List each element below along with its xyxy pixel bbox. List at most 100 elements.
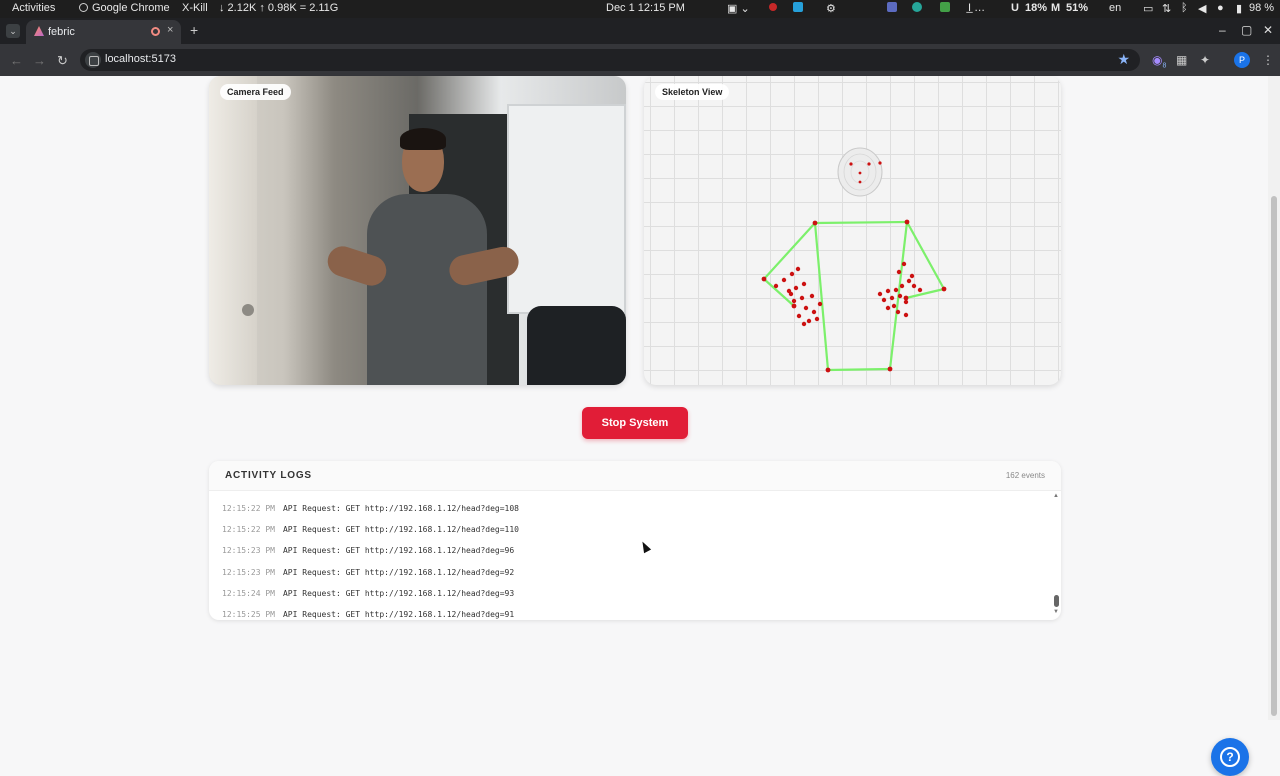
reload-icon[interactable]: ↻	[57, 53, 68, 69]
hand-landmark	[909, 273, 915, 279]
hand-landmark	[885, 305, 891, 311]
cpu-label: U	[1011, 2, 1019, 14]
page-scrollbar[interactable]	[1268, 76, 1280, 720]
skeleton-view-panel: Skeleton View	[644, 76, 1061, 385]
screen-cast-icon[interactable]: ▭	[1143, 2, 1153, 15]
hand-landmark	[889, 295, 895, 301]
screen-record-icon[interactable]: ▣ ⌄	[727, 2, 750, 15]
log-row: 12:15:23 PM API Request: GET http://192.1…	[222, 546, 514, 555]
hand-landmark	[791, 298, 797, 304]
browser-toolbar: ← → ↻ localhost:5173 ★ ◉8 ▦ ✦ ⋮	[0, 44, 1280, 76]
browser-menu-icon[interactable]: ⋮	[1262, 53, 1274, 67]
hand-landmark	[801, 281, 807, 287]
log-row: 12:15:22 PM API Request: GET http://192.1…	[222, 525, 519, 534]
address-bar[interactable]: localhost:5173 ★	[80, 49, 1140, 71]
active-app-menu[interactable]: Google Chrome	[79, 2, 170, 14]
log-timestamp: 12:15:22 PM	[222, 504, 275, 513]
screenshot-app-icon[interactable]	[793, 2, 803, 15]
hand-landmark	[877, 291, 883, 297]
skeleton-bone	[763, 222, 816, 280]
activity-logs-scrollbar[interactable]: ▲ ▼	[1052, 491, 1061, 620]
network-icon[interactable]: ⇅	[1162, 2, 1171, 15]
skeleton-canvas	[761, 147, 947, 373]
app-page: Camera Feed Skeleton View Stop System AC…	[0, 76, 1268, 776]
extension-grid-icon[interactable]: ▦	[1176, 53, 1187, 67]
bookmark-star-icon[interactable]: ★	[1117, 51, 1130, 68]
skeleton-joint	[825, 367, 831, 373]
xkill-button[interactable]: X-Kill	[182, 2, 208, 14]
hand-landmark	[799, 295, 805, 301]
back-arrow-icon[interactable]: ←	[10, 53, 23, 68]
hand-landmark	[795, 266, 801, 272]
site-info-icon[interactable]	[85, 52, 101, 68]
mem-label: M	[1051, 2, 1061, 14]
log-timestamp: 12:15:24 PM	[222, 589, 275, 598]
hand-landmark	[811, 309, 817, 315]
tab-close-icon[interactable]: ×	[167, 24, 173, 36]
log-message: API Request: GET http://192.168.1.12/hea…	[282, 568, 515, 577]
puzzle-extensions-icon[interactable]: ✦	[1200, 53, 1210, 67]
shield-icon[interactable]	[887, 2, 897, 15]
profile-avatar[interactable]: P	[1234, 52, 1250, 68]
battery-level: 98 %	[1249, 2, 1275, 14]
record-indicator-icon[interactable]	[769, 2, 777, 14]
log-row: 12:15:22 PM API Request: GET http://192.1…	[222, 504, 519, 513]
log-message: API Request: GET http://192.168.1.12/hea…	[282, 504, 519, 513]
skeleton-joint	[791, 303, 797, 309]
skeleton-joint	[761, 276, 767, 282]
skeleton-joint	[903, 295, 909, 301]
activities-button[interactable]: Activities	[12, 2, 55, 14]
camera-person-hair	[400, 128, 446, 150]
battery-icon[interactable]: ▮	[1236, 2, 1242, 15]
forward-arrow-icon[interactable]: →	[33, 53, 46, 68]
vpn-icon[interactable]	[940, 2, 950, 15]
tab-title: febric	[48, 26, 75, 38]
log-timestamp: 12:15:25 PM	[222, 610, 275, 619]
hand-landmark	[793, 285, 799, 291]
extension-badge-icon[interactable]: ◉8	[1152, 53, 1166, 69]
settings-gear-icon[interactable]: ⚙	[826, 2, 836, 15]
scroll-thumb[interactable]	[1054, 595, 1059, 607]
skeleton-joint	[887, 366, 893, 372]
hand-landmark	[903, 299, 909, 305]
log-row-partial: ‥	[222, 491, 227, 493]
activity-logs-header: ACTIVITY LOGS 162 events	[209, 461, 1061, 491]
new-tab-button[interactable]: +	[190, 22, 198, 38]
hand-landmark	[885, 288, 891, 294]
hand-landmark	[903, 312, 909, 318]
sync-icon[interactable]	[912, 2, 922, 15]
page-scroll-thumb[interactable]	[1271, 196, 1277, 716]
browser-tab-febric[interactable]: febric ×	[26, 20, 181, 44]
site-favicon-icon	[34, 26, 44, 36]
hand-landmark	[896, 269, 902, 275]
keyboard-layout[interactable]: en	[1109, 2, 1121, 14]
hand-landmark	[814, 316, 820, 322]
minimize-icon[interactable]: –	[1219, 23, 1226, 37]
skeleton-bone	[906, 221, 945, 290]
network-speed: ↓ 2.12K ↑ 0.98K = 2.11G	[219, 2, 339, 14]
clock[interactable]: Dec 1 12:15 PM	[606, 2, 685, 14]
maximize-icon[interactable]: ▢	[1241, 23, 1252, 37]
close-window-icon[interactable]: ✕	[1263, 23, 1273, 37]
skeleton-joint	[812, 220, 818, 226]
volume-icon[interactable]: ◀	[1198, 2, 1206, 15]
active-app-label: Google Chrome	[92, 2, 170, 14]
input-method-icon[interactable]: I̲ …	[968, 2, 985, 14]
hand-landmark	[901, 261, 907, 267]
help-button[interactable]: ?	[1211, 738, 1249, 776]
activity-logs-list[interactable]: ‥ 12:15:22 PM API Request: GET http://192…	[209, 491, 1061, 620]
mem-usage: 51%	[1066, 2, 1089, 14]
extension-badge-count: 8	[1162, 62, 1167, 70]
scroll-up-arrow-icon[interactable]: ▲	[1053, 493, 1059, 499]
bluetooth-icon[interactable]: ᛒ	[1181, 2, 1188, 14]
microphone-icon[interactable]: ●	[1217, 2, 1224, 14]
stop-system-button[interactable]: Stop System	[582, 407, 688, 439]
chrome-icon	[79, 3, 88, 12]
activity-logs-count: 162 events	[1005, 471, 1045, 480]
hand-landmark	[806, 318, 812, 324]
scroll-down-arrow-icon[interactable]: ▼	[1053, 609, 1059, 615]
log-row: 12:15:24 PM API Request: GET http://192.1…	[222, 589, 514, 598]
hand-landmark	[906, 278, 912, 284]
camera-scene-door	[209, 76, 257, 385]
tab-search-chevron-icon[interactable]: ⌄	[6, 24, 20, 38]
